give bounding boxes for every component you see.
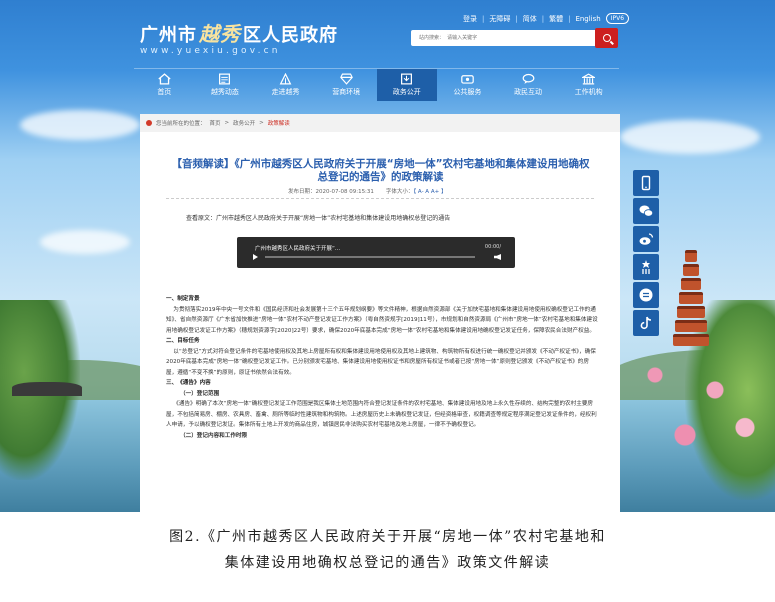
nav-item-interaction[interactable]: 政民互动 [498,69,559,101]
logo-text-script: 越秀 [199,22,241,46]
audio-progress-track[interactable] [265,256,475,258]
nav-item-business[interactable]: 营商环境 [316,69,377,101]
audio-title: 广州市越秀区人民政府关于开展“... [255,246,341,252]
nav-item-institutions[interactable]: 工作机构 [558,69,619,101]
separator: | [541,14,545,23]
paragraph: 为贯彻落实2019年中央一号文件和《国民经济和社会发展第十三个五年规划纲要》等文… [166,306,598,334]
font-size-options[interactable]: 【 A- A A+ 】 [413,189,446,195]
play-icon[interactable] [253,254,258,260]
mobile-icon [641,175,651,191]
font-size-label: 字体大小： [385,189,414,195]
toutiao-icon [639,288,653,302]
service-icon [461,73,474,85]
separator: | [482,14,485,23]
location-icon [146,120,152,126]
douyin-button[interactable] [633,310,659,336]
weibo-icon [639,233,654,245]
audio-player: 广州市越秀区人民政府关于开展“... 00:00/ [237,237,515,268]
breadcrumb-level1[interactable]: 政务公开 [233,119,255,127]
separator: | [515,14,518,23]
publish-time: 发布日期：2020-07-08 09:15:31 [288,189,374,195]
audio-time: 00:00/ [484,244,501,250]
article-body: 一、制定背景 为贯彻落实2019年中央一号文件和《国民经济和社会发展第十三个五年… [166,294,600,441]
caption-line-1: 图2.《广州市越秀区人民政府关于开展“房地一体”农村宅基地和 [169,529,606,545]
site-url: www.yuexiu.gov.cn [140,46,281,56]
landmark-icon [279,73,292,85]
search-button[interactable] [595,28,618,48]
nav-item-public-service[interactable]: 公共服务 [437,69,498,101]
document-icon [400,73,413,85]
paragraph: 《通告》明确了本次“房地一体”确权登记发证工作范围是我区集体土地范围内符合登记发… [166,401,597,428]
cloud [20,110,140,140]
divider [166,198,594,199]
caption-line-2: 集体建设用地确权总登记的通告》政策文件解读 [224,555,551,571]
breadcrumb: 您当前所在的位置： 首页 > 政务公开 > 政策解读 [140,114,620,132]
chat-icon [522,73,535,85]
nav-item-government-affairs[interactable]: 政务公开 [376,69,438,101]
site-logo[interactable]: 广州市 越秀 区人民政府 [140,18,338,47]
article-title: 【音频解读】《广州市越秀区人民政府关于开展“房地一体”农村宅基地和集体建设用地确… [171,158,590,183]
article-meta: 发布日期：2020-07-08 09:15:31 字体大小：【 A- A A+ … [288,187,446,195]
logo-text-post: 区人民政府 [243,25,338,46]
diamond-icon [339,73,353,85]
nav-item-home[interactable]: 首页 [134,69,195,101]
section-heading: 二、目标任务 [166,338,200,344]
subsection-heading: （一）登记范围 [180,390,220,397]
login-link[interactable]: 登录 [463,14,477,24]
top-links: 登录 | 无障碍 | 简体 | 繁體 | English IPV6 [463,13,630,24]
breadcrumb-home[interactable]: 首页 [210,119,221,127]
share-sidebar [633,170,659,336]
nav-item-about[interactable]: 走进越秀 [255,69,316,101]
breadcrumb-separator: > [224,120,230,126]
ipv6-badge: IPV6 [605,13,630,24]
nav-label: 营商环境 [332,88,361,96]
subsection-heading: （二）登记内容和工作时限 [180,432,248,439]
volume-icon[interactable] [494,254,501,260]
news-icon [218,73,231,85]
building-icon [582,73,596,85]
pavilion-illustration [12,382,82,422]
home-icon [158,73,171,85]
nav-item-news[interactable]: 越秀动态 [195,69,256,101]
wechat-button[interactable] [633,198,659,224]
toutiao-button[interactable] [633,282,659,308]
breadcrumb-prefix: 您当前所在的位置： [156,121,206,127]
nav-label: 政民互动 [514,88,543,96]
nav-label: 越秀动态 [210,88,239,96]
wechat-icon [639,205,654,217]
nav-label: 走进越秀 [271,88,300,96]
breadcrumb-separator: > [259,120,264,126]
app-icon [642,260,650,274]
main-nav: 首页 越秀动态 走进越秀 营商环境 政务公开 公共服务 政民互动 工作机构 [134,68,619,101]
cloud [40,230,130,254]
search-box [411,28,618,48]
figure-caption: 图2.《广州市越秀区人民政府关于开展“房地一体”农村宅基地和 集体建设用地确权总… [0,524,775,576]
logo-text-pre: 广州市 [140,25,197,46]
mobile-button[interactable] [633,170,659,196]
source-link[interactable]: 查看原文：广州市越秀区人民政府关于开展“房地一体”农村宅基地和集体建设用地确权总… [186,213,450,222]
screenshot-area: 广州市 越秀 区人民政府 www.yuexiu.gov.cn 登录 | 无障碍 | 简体… [0,0,775,512]
content-panel: 您当前所在的位置： 首页 > 政务公开 > 政策解读 【音频解读】《广州市越秀区… [140,114,620,512]
nav-label: 首页 [157,88,172,96]
english-link[interactable]: English [575,15,600,23]
paragraph: 以“总登记”方式对符合登记条件的宅基地使用权及其地上房屋所有权和集体建设用地使用… [166,348,596,376]
nav-label: 工作机构 [574,88,603,96]
app-button[interactable] [633,254,659,280]
search-input[interactable] [411,30,595,46]
nav-label: 政务公开 [392,88,421,96]
nav-label: 公共服务 [453,88,482,96]
font-size-control: 字体大小：【 A- A A+ 】 [386,187,447,195]
traditional-link[interactable]: 繁體 [549,14,563,24]
separator: | [568,14,571,23]
cloud [620,120,760,154]
section-heading: 一、制定背景 [166,296,200,302]
breadcrumb-current[interactable]: 政策解读 [268,119,290,127]
simplified-link[interactable]: 简体 [523,14,537,24]
barrier-free-link[interactable]: 无障碍 [489,14,510,24]
section-heading: 三、《通告》内容 [166,380,211,386]
search-icon [602,34,611,42]
flower-illustration [625,330,775,480]
weibo-button[interactable] [633,226,659,252]
douyin-icon [640,316,652,330]
